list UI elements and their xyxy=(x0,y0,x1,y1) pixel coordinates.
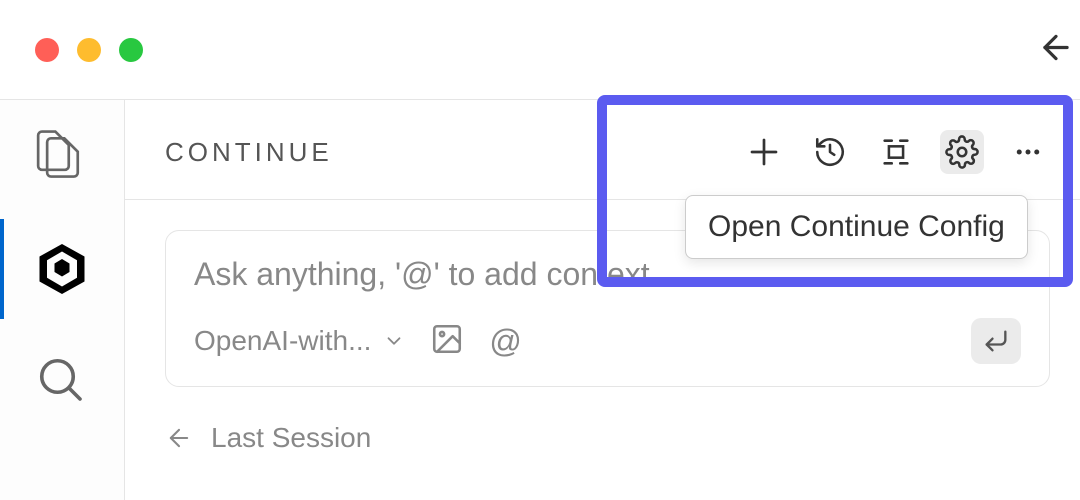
model-selector-label: OpenAI-with... xyxy=(194,325,371,357)
panel-title: CONTINUE xyxy=(165,137,333,168)
traffic-lights xyxy=(35,38,143,62)
last-session-link[interactable]: Last Session xyxy=(125,407,1080,469)
more-options-button[interactable] xyxy=(1006,130,1050,174)
send-button[interactable] xyxy=(971,318,1021,364)
search-tab[interactable] xyxy=(0,354,125,408)
chat-input-placeholder: Ask anything, '@' to add context xyxy=(194,256,1021,293)
config-tooltip: Open Continue Config xyxy=(685,195,1028,259)
minimize-window-button[interactable] xyxy=(77,38,101,62)
close-window-button[interactable] xyxy=(35,38,59,62)
model-selector[interactable]: OpenAI-with... xyxy=(194,325,405,357)
activity-bar xyxy=(0,100,125,500)
at-context-button[interactable]: @ xyxy=(489,323,521,360)
continue-panel: CONTINUE xyxy=(125,100,1080,500)
config-button[interactable] xyxy=(940,130,984,174)
titlebar xyxy=(0,0,1080,100)
back-arrow-icon[interactable] xyxy=(1037,28,1075,71)
continue-tab[interactable] xyxy=(0,239,125,299)
image-upload-button[interactable] xyxy=(430,322,464,361)
explorer-tab[interactable] xyxy=(0,130,125,184)
panel-toolbar xyxy=(742,130,1050,174)
fullscreen-button[interactable] xyxy=(874,130,918,174)
maximize-window-button[interactable] xyxy=(119,38,143,62)
chevron-down-icon xyxy=(383,330,405,352)
last-session-label: Last Session xyxy=(211,422,371,454)
new-chat-button[interactable] xyxy=(742,130,786,174)
arrow-left-icon xyxy=(165,424,193,452)
history-button[interactable] xyxy=(808,130,852,174)
